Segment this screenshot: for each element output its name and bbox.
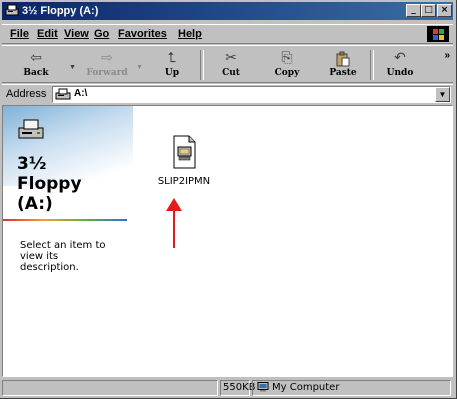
up-folder-icon: ⮤: [167, 50, 177, 66]
window-title: 3½ Floppy (A:): [22, 5, 99, 17]
menu-help-label: Help: [178, 28, 202, 40]
back-button[interactable]: ⇦ Back: [18, 48, 54, 82]
back-label: Back: [23, 68, 49, 78]
floppy-drive-icon: [18, 119, 44, 139]
address-dropdown-button[interactable]: ▼: [435, 87, 450, 102]
address-value: A:\: [74, 88, 88, 99]
paste-button[interactable]: Paste: [324, 48, 362, 82]
drive-title-line3: (A:): [17, 194, 53, 214]
undo-label: Undo: [386, 68, 414, 78]
status-text-pane: [2, 380, 218, 396]
up-label: Up: [164, 68, 180, 78]
menu-help[interactable]: Help: [178, 28, 202, 40]
menu-edit[interactable]: Edit: [37, 28, 58, 40]
back-arrow-icon: ⇦: [30, 50, 42, 66]
cut-label: Cut: [222, 68, 240, 78]
file-name: SLIP2IPMN: [157, 176, 211, 187]
menu-edit-label: Edit: [37, 28, 58, 40]
computer-icon: [257, 382, 269, 392]
menu-favorites[interactable]: Favorites: [118, 28, 167, 40]
status-bar: 550KB My Computer: [2, 379, 453, 397]
floppy-drive-icon: [55, 88, 71, 100]
windows-logo-icon: [427, 26, 449, 42]
forward-arrow-icon: ⇨: [101, 50, 113, 66]
maximize-button[interactable]: □: [421, 4, 436, 17]
title-bar[interactable]: 3½ Floppy (A:) _ □ ×: [2, 2, 453, 20]
webview-info-pane: 3½ Floppy (A:) Select an item to view it…: [3, 106, 133, 376]
undo-button[interactable]: ↶ Undo: [381, 48, 419, 82]
undo-icon: ↶: [394, 50, 406, 66]
minimize-button[interactable]: _: [406, 4, 421, 17]
drive-title: 3½ Floppy (A:): [17, 154, 82, 214]
toolbar-separator: [370, 50, 374, 80]
menu-view-label: View: [64, 28, 89, 40]
explorer-window: 3½ Floppy (A:) _ □ × File Edit View Go F…: [0, 0, 457, 399]
status-size: 550KB: [220, 380, 256, 396]
selection-description: Select an item to view its description.: [20, 240, 106, 273]
folder-view: 3½ Floppy (A:) Select an item to view it…: [2, 105, 453, 377]
copy-label: Copy: [274, 68, 300, 78]
floppy-drive-icon: [5, 4, 19, 16]
drive-title-line1: 3½: [17, 154, 47, 174]
batch-file-icon: [173, 135, 196, 169]
paste-label: Paste: [329, 68, 357, 78]
close-button[interactable]: ×: [437, 4, 452, 17]
paste-icon: [333, 50, 353, 67]
copy-icon: ⎘: [281, 50, 293, 66]
menu-favorites-label: Favorites: [118, 28, 167, 40]
annotation-arrow-icon: [166, 198, 182, 248]
menu-file-label: File: [10, 28, 29, 40]
menu-bar: File Edit View Go Favorites Help: [2, 24, 453, 44]
address-label: Address: [6, 88, 47, 100]
back-dropdown-icon[interactable]: ▼: [69, 64, 76, 71]
menu-go-label: Go: [94, 28, 110, 40]
toolbar-overflow-chevron[interactable]: »: [444, 50, 450, 61]
scissors-icon: ✂: [225, 50, 237, 66]
menu-file[interactable]: File: [10, 28, 29, 40]
menu-go[interactable]: Go: [94, 28, 109, 40]
file-item[interactable]: SLIP2IPMN: [149, 134, 219, 187]
status-zone-label: My Computer: [272, 382, 340, 393]
info-pane-divider: [3, 219, 127, 221]
drive-title-line2: Floppy: [17, 174, 82, 194]
forward-dropdown-icon[interactable]: ▼: [136, 64, 143, 71]
forward-label: Forward: [86, 68, 128, 78]
cut-button[interactable]: ✂ Cut: [213, 48, 249, 82]
address-field[interactable]: A:\ ▼: [52, 86, 451, 103]
address-bar: Address A:\ ▼: [2, 84, 453, 104]
toolbar-separator: [200, 50, 204, 80]
forward-button[interactable]: ⇨ Forward: [84, 48, 130, 82]
up-button[interactable]: ⮤ Up: [154, 48, 190, 82]
copy-button[interactable]: ⎘ Copy: [268, 48, 306, 82]
menu-view[interactable]: View: [64, 28, 89, 40]
standard-toolbar: ⇦ Back ▼ ⇨ Forward ▼ ⮤ Up ✂ Cut ⎘ Copy P…: [2, 45, 453, 83]
status-zone: My Computer: [252, 380, 451, 396]
